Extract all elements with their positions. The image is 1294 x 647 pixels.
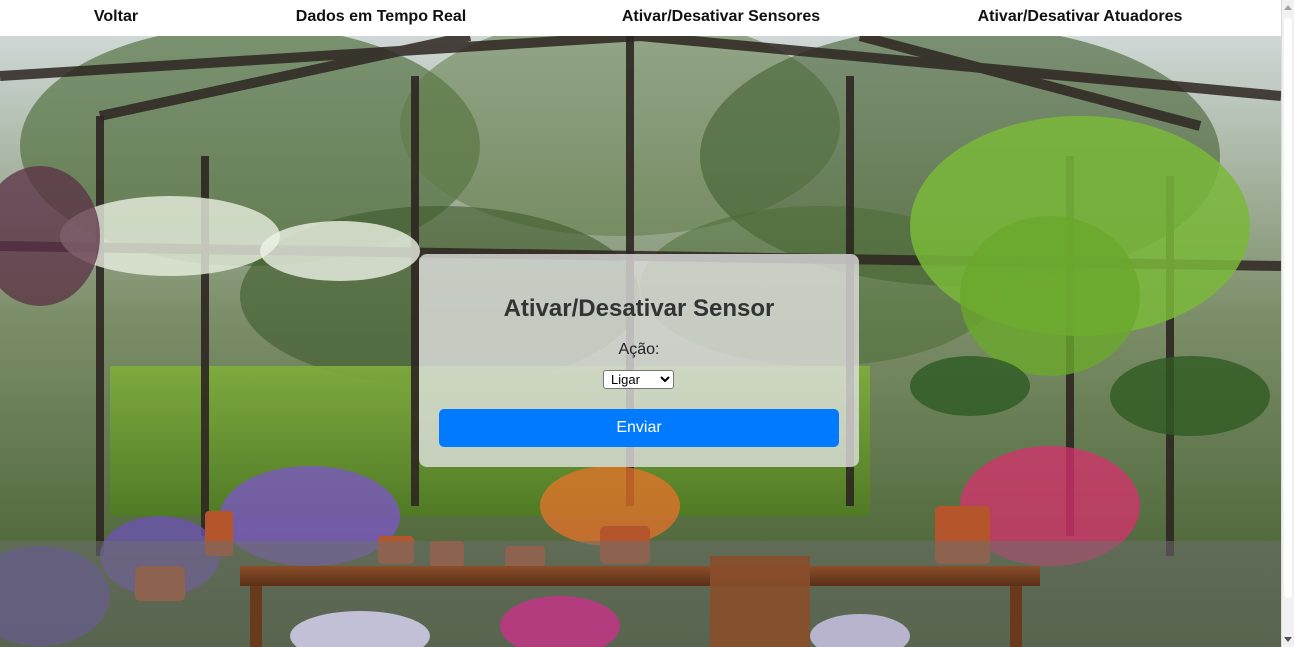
form-title: Ativar/Desativar Sensor bbox=[503, 295, 775, 322]
nav-link-dados-tempo-real[interactable]: Dados em Tempo Real bbox=[296, 8, 466, 26]
vertical-scrollbar[interactable] bbox=[1281, 0, 1294, 647]
scroll-down-icon[interactable] bbox=[1284, 637, 1292, 642]
nav-link-ativar-atuadores[interactable]: Ativar/Desativar Atuadores bbox=[978, 8, 1183, 26]
top-navbar: Voltar Dados em Tempo Real Ativar/Desati… bbox=[0, 0, 1281, 36]
submit-button[interactable]: Enviar bbox=[439, 409, 839, 447]
scrollbar-thumb[interactable] bbox=[1284, 18, 1292, 598]
action-label: Ação: bbox=[618, 341, 660, 358]
action-select[interactable]: Ligar bbox=[603, 370, 674, 389]
sensor-toggle-form: Ativar/Desativar Sensor Ação: Ligar Envi… bbox=[419, 254, 859, 467]
scroll-up-icon[interactable] bbox=[1284, 5, 1292, 10]
nav-link-voltar[interactable]: Voltar bbox=[94, 8, 138, 26]
nav-link-ativar-sensores[interactable]: Ativar/Desativar Sensores bbox=[622, 8, 820, 26]
